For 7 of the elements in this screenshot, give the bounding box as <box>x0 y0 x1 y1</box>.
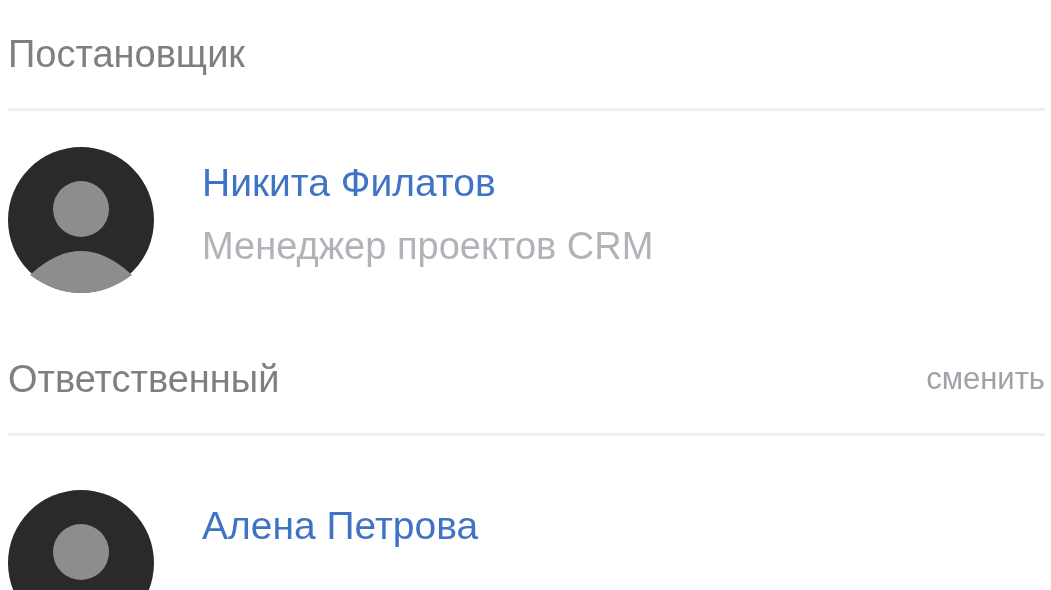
person-role: Менеджер проектов CRM <box>202 225 654 268</box>
person-name-link[interactable]: Алена Петрова <box>202 504 479 548</box>
section-title: Ответственный <box>8 357 280 401</box>
change-link[interactable]: сменить <box>926 361 1045 397</box>
avatar-icon <box>8 147 154 293</box>
section-title: Постановщик <box>8 32 245 76</box>
person-name-link[interactable]: Никита Филатов <box>202 161 654 205</box>
